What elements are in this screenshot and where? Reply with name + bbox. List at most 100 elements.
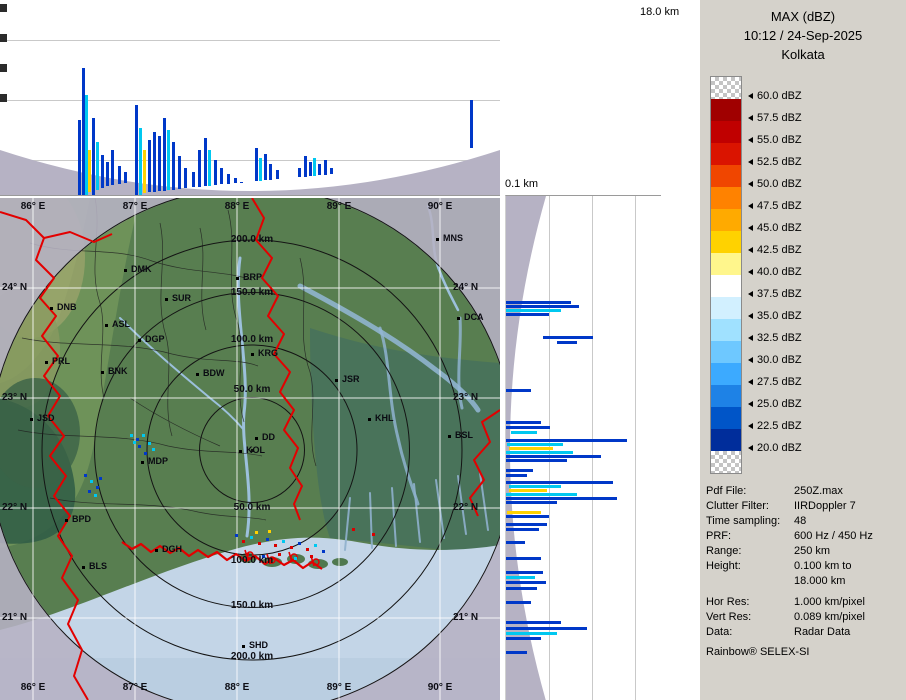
city-dot [457, 317, 460, 320]
product-title: MAX (dBZ) [770, 9, 836, 24]
echo-bar [506, 493, 577, 496]
echo-bar [269, 164, 272, 180]
legend-tick-arrow [748, 335, 753, 341]
echo-bar [507, 443, 563, 446]
city-label: DCA [464, 312, 484, 322]
legend-label: 27.5 dBZ [748, 376, 802, 388]
echo-bar [506, 469, 533, 472]
legend-label: 55.0 dBZ [748, 134, 802, 146]
echo-bar [118, 166, 121, 184]
metadata-label: Hor Res: [706, 596, 750, 608]
legend-color-band [711, 143, 741, 165]
echo-bar [139, 128, 142, 195]
echo-bar [506, 515, 549, 518]
range-ring-label: 50.0 km [233, 384, 271, 395]
product-datetime: 10:12 / 24-Sep-2025 [743, 28, 863, 43]
legend-label: 32.5 dBZ [748, 332, 802, 344]
city-label: BLS [89, 561, 107, 571]
echo-bar [511, 431, 537, 434]
lat-label: 24° N [453, 282, 479, 293]
metadata-row: Clutter Filter: IIRDoppler 7 [706, 499, 904, 514]
legend-label: 45.0 dBZ [748, 222, 802, 234]
legend-label: 30.0 dBZ [748, 354, 802, 366]
city-label: DGP [145, 334, 165, 344]
echo-bar [192, 172, 195, 187]
city-dot [105, 324, 108, 327]
legend-color-band [711, 451, 741, 473]
lon-label: 88° E [224, 682, 250, 693]
city-dot [251, 353, 254, 356]
city-label: DMK [131, 264, 152, 274]
echo-bar [506, 301, 571, 304]
city-dot [196, 373, 199, 376]
echo-bar [506, 576, 535, 579]
legend-tick-arrow [748, 225, 753, 231]
echo-bar [240, 182, 243, 183]
echo-bar [198, 150, 201, 187]
lat-label: 23° N [453, 392, 479, 403]
legend-color-band [711, 253, 741, 275]
lon-label: 89° E [326, 682, 352, 693]
radar-application-window: 18.0 km 0.1 km 86° E 86° E 87° E 87° E 8… [0, 0, 906, 700]
legend-tick-arrow [748, 423, 753, 429]
metadata-label: Range: [706, 545, 742, 557]
legend-color-band [711, 341, 741, 363]
metadata-label: Height: [706, 560, 741, 572]
lon-label: 86° E [20, 201, 46, 212]
city-dot [124, 269, 127, 272]
city-dot [138, 339, 141, 342]
echo-bar [506, 459, 567, 462]
city-label: BNK [108, 366, 128, 376]
legend-tick-arrow [748, 313, 753, 319]
range-ring-label: 150.0 km [230, 287, 274, 298]
echo-bar [506, 557, 541, 560]
metadata-row: Hor Res: 1.000 km/pixel [706, 595, 904, 610]
city-dot [239, 450, 242, 453]
echo-bar [167, 130, 170, 190]
city-label: JSR [342, 374, 360, 384]
echo-bar [506, 305, 579, 308]
lat-label: 21° N [2, 612, 28, 623]
metadata-value: Radar Data [794, 626, 851, 638]
beam-coverage-envelope [0, 150, 500, 195]
lat-label: 22° N [2, 502, 28, 513]
lat-label: 23° N [2, 392, 28, 403]
legend-label: 22.5 dBZ [748, 420, 802, 432]
radar-map-viewport[interactable]: 86° E 86° E 87° E 87° E 88° E 88° E 89° E 89° E… [0, 198, 500, 700]
echo-bar [143, 150, 146, 193]
echo-bar [318, 164, 321, 175]
echo-bar [111, 150, 114, 185]
metadata-value: 0.089 km/pixel [794, 611, 865, 623]
metadata-value: 0.100 km to [794, 560, 852, 572]
metadata-value: 1.000 km/pixel [794, 596, 865, 608]
legend-color-band [711, 121, 741, 143]
echo-bar [330, 168, 333, 174]
height-axis-min-label: 0.1 km [505, 178, 539, 190]
echo-bar [506, 571, 543, 574]
axis-tick [0, 34, 7, 42]
legend-tick-arrow [748, 269, 753, 275]
echo-bar [506, 481, 613, 484]
echo-bar [208, 150, 211, 186]
legend-color-band [711, 319, 741, 341]
city-dot [165, 298, 168, 301]
city-label: KOL [246, 445, 265, 455]
legend-label: 57.5 dBZ [748, 112, 802, 124]
metadata-label: Time sampling: [706, 515, 781, 527]
range-ring-label: 200.0 km [230, 651, 274, 662]
city-dot [30, 418, 33, 421]
lon-label: 87° E [122, 682, 148, 693]
echo-bar [88, 150, 91, 192]
echo-bar [509, 489, 547, 492]
echo-bar [124, 172, 127, 183]
city-dot [236, 277, 239, 280]
city-label: BSL [455, 430, 473, 440]
station-name: Kolkata [781, 47, 825, 62]
echo-bar [234, 178, 237, 183]
city-label: BPD [72, 514, 92, 524]
city-dot [50, 307, 53, 310]
echo-bar [506, 455, 601, 458]
lat-label: 24° N [2, 282, 28, 293]
echo-bar [264, 154, 267, 180]
echo-bar [158, 136, 161, 191]
